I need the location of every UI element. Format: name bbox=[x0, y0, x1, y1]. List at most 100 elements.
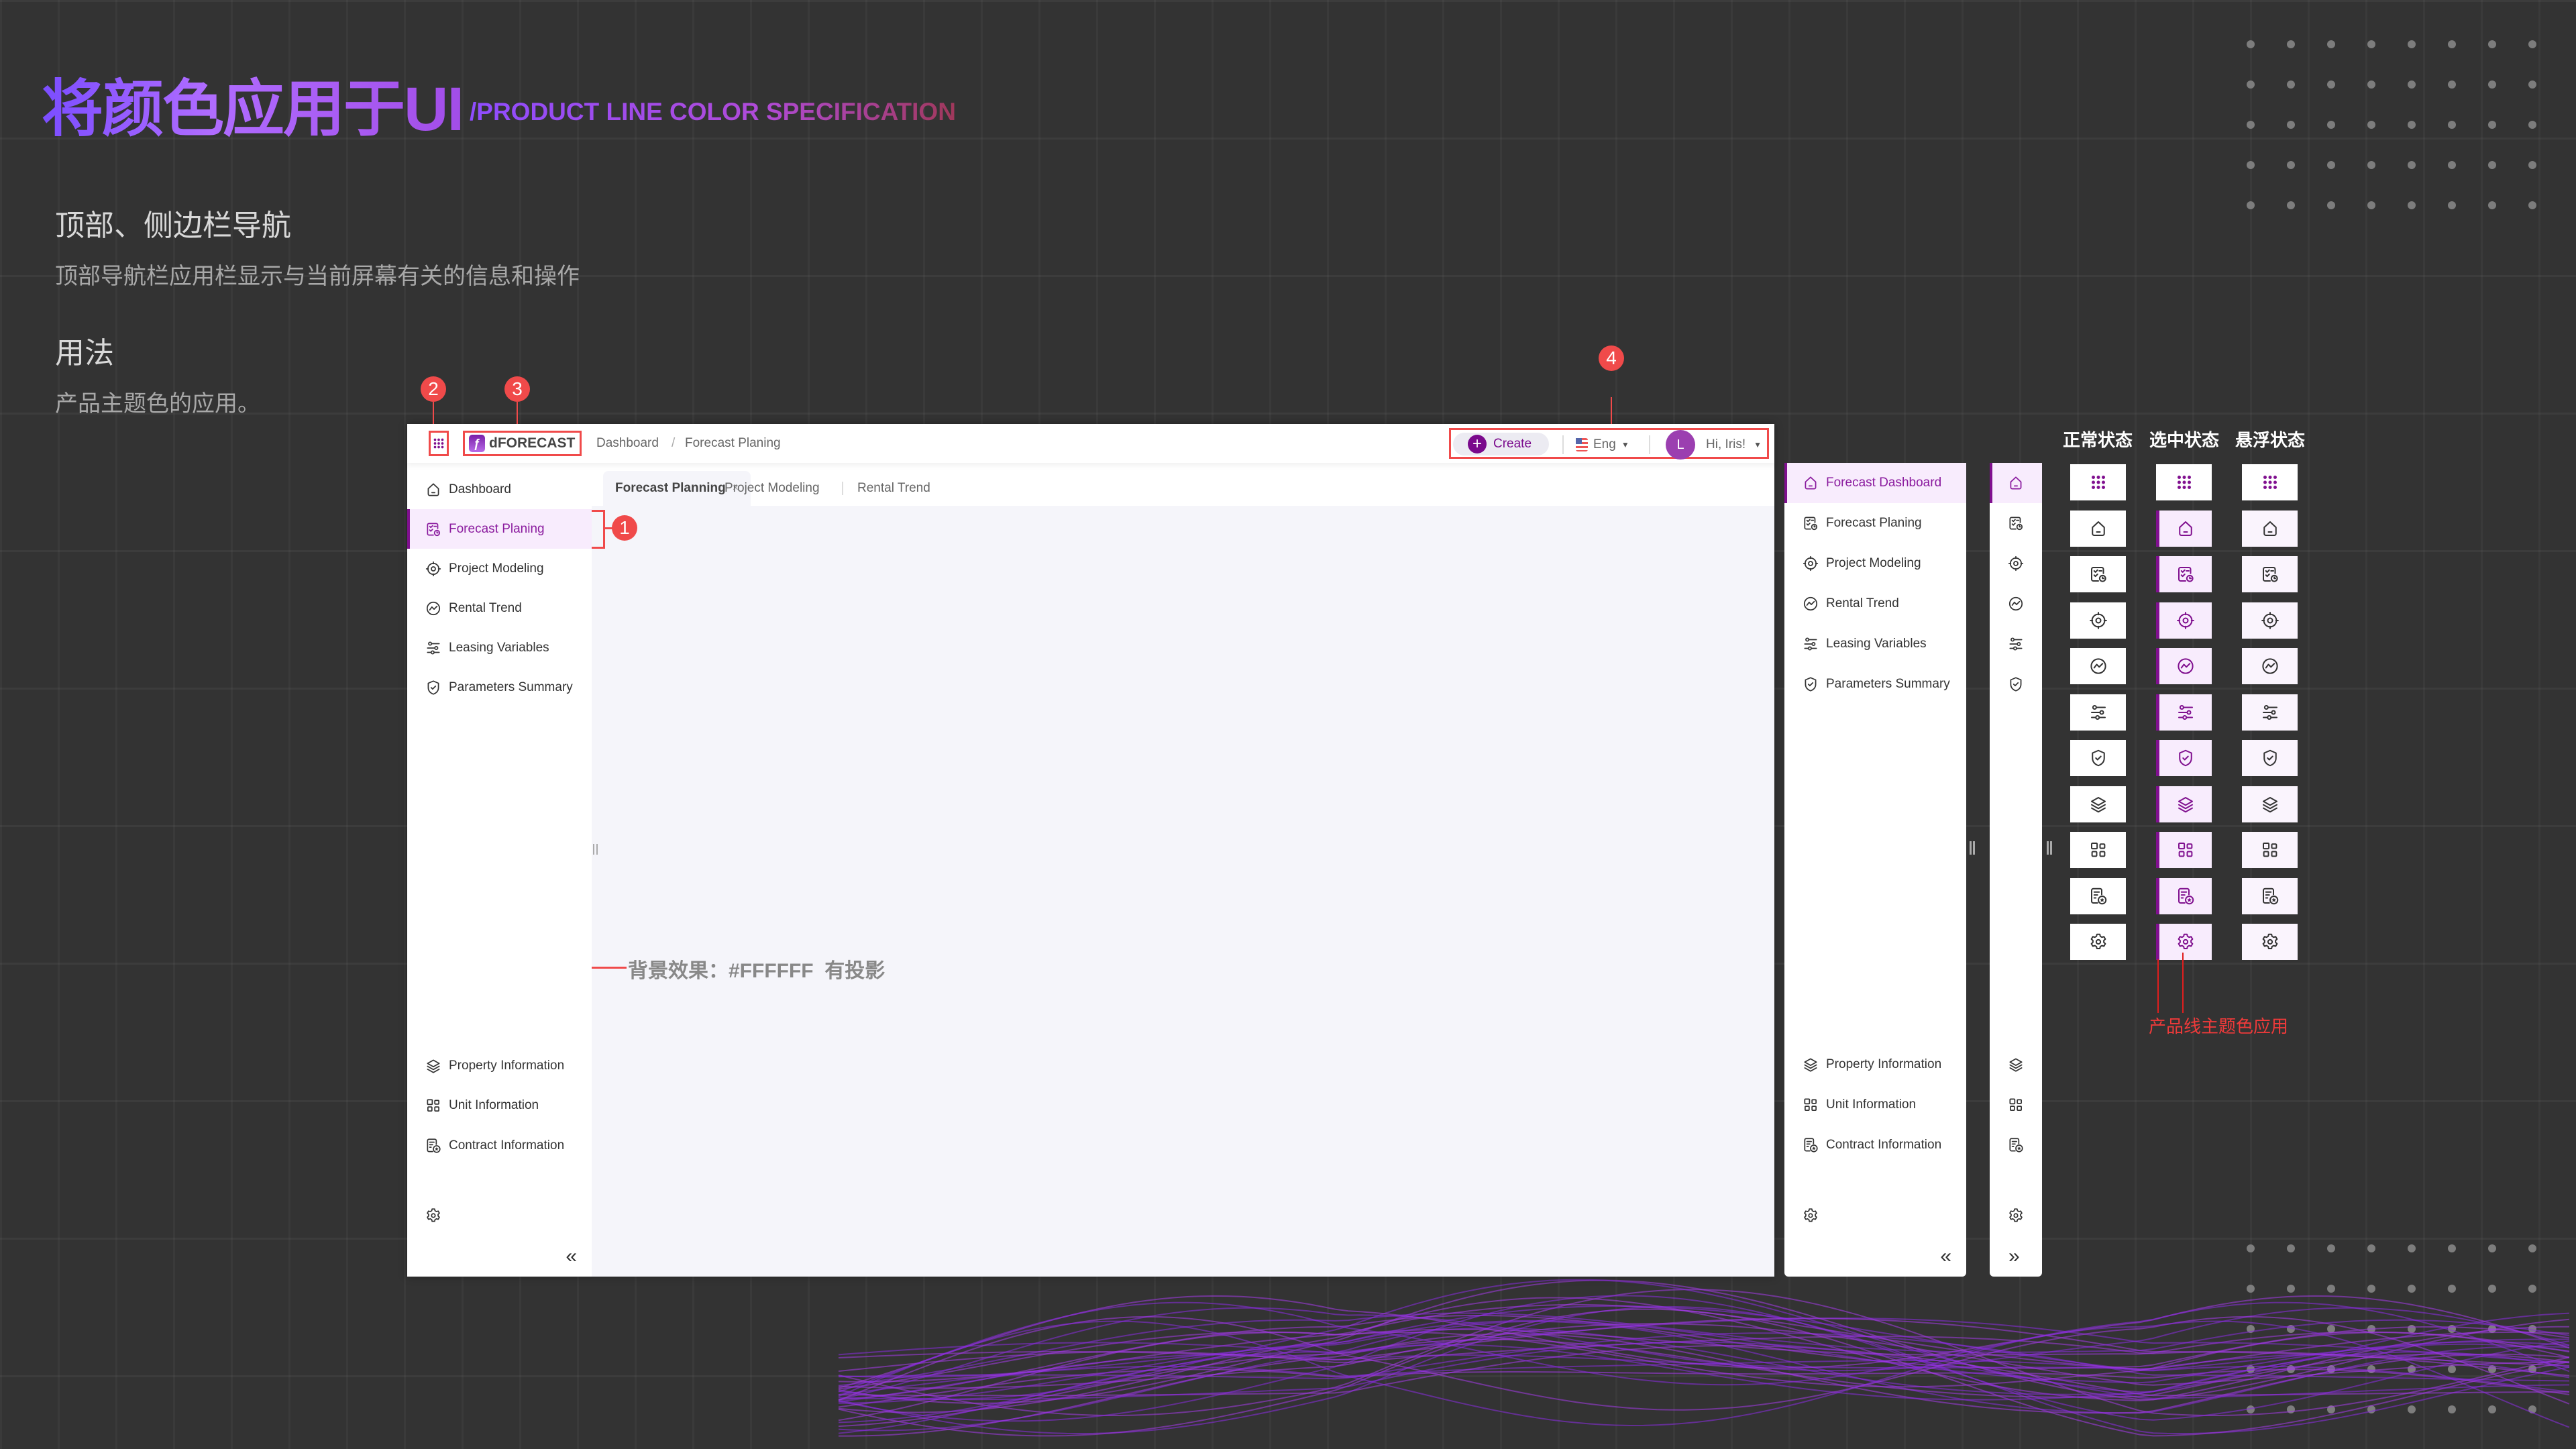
user-menu[interactable]: L Hi, Iris! ▼ bbox=[1666, 430, 1762, 460]
trend-icon bbox=[1802, 595, 1819, 612]
settings-button[interactable] bbox=[407, 1202, 461, 1229]
layers-icon bbox=[2007, 1056, 2025, 1073]
page-title: 将颜色应用于UI bbox=[42, 59, 464, 148]
collapse-sidebar-button[interactable]: « bbox=[1940, 1245, 1951, 1268]
decorative-dot bbox=[2327, 161, 2335, 169]
sliders-icon bbox=[1802, 635, 1819, 653]
sidebar-item-leasing-variables[interactable] bbox=[1990, 624, 2042, 664]
decorative-dot bbox=[2448, 1244, 2456, 1252]
sidebar-item-label: Unit Information bbox=[1826, 1097, 1917, 1112]
hover-state-tile bbox=[2242, 786, 2298, 822]
app-logo[interactable]: ƒ dFORECAST bbox=[463, 431, 582, 456]
tab-rental-trend[interactable]: Rental Trend bbox=[845, 471, 943, 506]
home-icon bbox=[2176, 519, 2196, 539]
home-icon bbox=[2088, 519, 2108, 539]
sidebar-item-property-information[interactable] bbox=[1990, 1048, 2042, 1081]
hover-state-tile bbox=[2242, 556, 2298, 592]
section-description: 顶部导航栏应用栏显示与当前屏幕有关的信息和操作 bbox=[55, 264, 580, 289]
planning-icon bbox=[2088, 564, 2108, 584]
avatar: L bbox=[1666, 430, 1695, 460]
sidebar-item-parameters-summary[interactable]: Parameters Summary bbox=[407, 667, 592, 707]
sidebar-item-forecast-planing[interactable]: Forecast Planing bbox=[1784, 503, 1966, 543]
gear-icon bbox=[2088, 932, 2108, 952]
hover-state-tile bbox=[2242, 694, 2298, 731]
decorative-dot bbox=[2528, 1244, 2536, 1252]
selected-state-tile bbox=[2156, 740, 2212, 776]
selected-state-tile bbox=[2156, 556, 2212, 592]
decorative-dot bbox=[2247, 40, 2255, 48]
contract-icon bbox=[2176, 886, 2196, 906]
decorative-dot bbox=[2247, 80, 2255, 89]
decorative-dot bbox=[2448, 121, 2456, 129]
sidebar-item-unit-information[interactable]: Unit Information bbox=[1784, 1088, 1966, 1122]
annotation-badge-1: 1 bbox=[612, 515, 637, 541]
sidebar-item-contract-information[interactable]: Contract Information bbox=[1784, 1128, 1966, 1162]
normal-state-tile bbox=[2070, 510, 2126, 547]
sidebar-item-label: Unit Information bbox=[449, 1098, 539, 1112]
hover-state-tile bbox=[2242, 464, 2298, 500]
resize-handle[interactable] bbox=[2047, 841, 2052, 855]
layers-icon bbox=[2176, 794, 2196, 814]
tab-project-modeling[interactable]: Project Modeling bbox=[712, 471, 832, 506]
sidebar-item-contract-information[interactable] bbox=[1990, 1128, 2042, 1162]
resize-handle[interactable] bbox=[1970, 841, 1975, 855]
create-button[interactable]: + Create bbox=[1453, 433, 1549, 455]
app-window: ƒ dFORECAST Dashboard / Forecast Planing… bbox=[407, 424, 1774, 1277]
sidebar-item-forecast-planing[interactable]: Forecast Planing bbox=[407, 509, 592, 549]
decorative-dot bbox=[2488, 161, 2496, 169]
sidebar-item-dashboard[interactable]: Dashboard bbox=[407, 470, 592, 509]
planning-icon bbox=[2260, 564, 2280, 584]
sidebar-item-parameters-summary[interactable] bbox=[1990, 664, 2042, 704]
sidebar-item-project-modeling[interactable]: Project Modeling bbox=[1784, 543, 1966, 584]
sidebar-item-property-information[interactable]: Property Information bbox=[407, 1049, 592, 1083]
sidebar-item-contract-information[interactable]: Contract Information bbox=[407, 1129, 592, 1163]
sidebar-item-rental-trend[interactable]: Rental Trend bbox=[407, 588, 592, 628]
hover-state-tile bbox=[2242, 924, 2298, 960]
sidebar-item-rental-trend[interactable]: Rental Trend bbox=[1784, 584, 1966, 624]
language-selector[interactable]: Eng ▼ bbox=[1576, 434, 1629, 455]
normal-state-tile bbox=[2070, 740, 2126, 776]
decorative-dot bbox=[2408, 161, 2416, 169]
theme-color-note: 产品线主题色应用 bbox=[2149, 1016, 2289, 1036]
sidebar-item-label: Parameters Summary bbox=[449, 680, 573, 694]
collapse-sidebar-button[interactable]: « bbox=[566, 1245, 577, 1268]
sidebar-item-unit-information[interactable] bbox=[1990, 1088, 2042, 1122]
caret-down-icon: ▼ bbox=[1754, 440, 1762, 449]
sidebar-item-leasing-variables[interactable]: Leasing Variables bbox=[1784, 624, 1966, 664]
grid4-icon bbox=[2260, 840, 2280, 860]
trend-icon bbox=[2260, 656, 2280, 676]
sidebar-item-rental-trend[interactable] bbox=[1990, 584, 2042, 624]
selected-state-tile bbox=[2156, 924, 2212, 960]
sidebar-item-project-modeling[interactable] bbox=[1990, 543, 2042, 584]
sidebar-item-label: Leasing Variables bbox=[449, 640, 549, 655]
sidebar-item-parameters-summary[interactable]: Parameters Summary bbox=[1784, 664, 1966, 704]
grid4-icon bbox=[1802, 1096, 1819, 1114]
sidebar-item-project-modeling[interactable]: Project Modeling bbox=[407, 549, 592, 588]
normal-state-tile bbox=[2070, 832, 2126, 868]
decorative-dot bbox=[2448, 201, 2456, 209]
layers-icon bbox=[2260, 794, 2280, 814]
decorative-dot bbox=[2448, 161, 2456, 169]
sidebar-item-forecast-planing[interactable] bbox=[1990, 503, 2042, 543]
resize-handle[interactable] bbox=[593, 844, 598, 855]
sidebar-item-forecast-dashboard[interactable]: Forecast Dashboard bbox=[1784, 463, 1966, 503]
sidebar-item-label: Forecast Planing bbox=[449, 521, 545, 536]
target-icon bbox=[2007, 555, 2025, 572]
expand-sidebar-button[interactable]: » bbox=[2008, 1245, 2020, 1268]
sidebar-item-leasing-variables[interactable]: Leasing Variables bbox=[407, 628, 592, 667]
decorative-dot bbox=[2327, 1244, 2335, 1252]
content-area bbox=[592, 506, 1774, 1277]
breadcrumb-dashboard[interactable]: Dashboard bbox=[596, 436, 659, 451]
selected-state-tile bbox=[2156, 786, 2212, 822]
sidebar-item-label: Project Modeling bbox=[1826, 556, 1921, 570]
normal-state-tile bbox=[2070, 877, 2126, 914]
sidebar: Dashboard Forecast Planing Project Modelin… bbox=[407, 463, 592, 1277]
annotation-badge-4: 4 bbox=[1599, 345, 1624, 371]
settings-button[interactable] bbox=[1990, 1202, 2043, 1229]
app-launcher-button[interactable] bbox=[429, 431, 449, 456]
selected-state-tile bbox=[2156, 464, 2212, 500]
sidebar-item-forecast-dashboard[interactable] bbox=[1990, 463, 2042, 503]
settings-button[interactable] bbox=[1784, 1202, 1838, 1229]
sidebar-item-unit-information[interactable]: Unit Information bbox=[407, 1089, 592, 1122]
sidebar-item-property-information[interactable]: Property Information bbox=[1784, 1048, 1966, 1081]
